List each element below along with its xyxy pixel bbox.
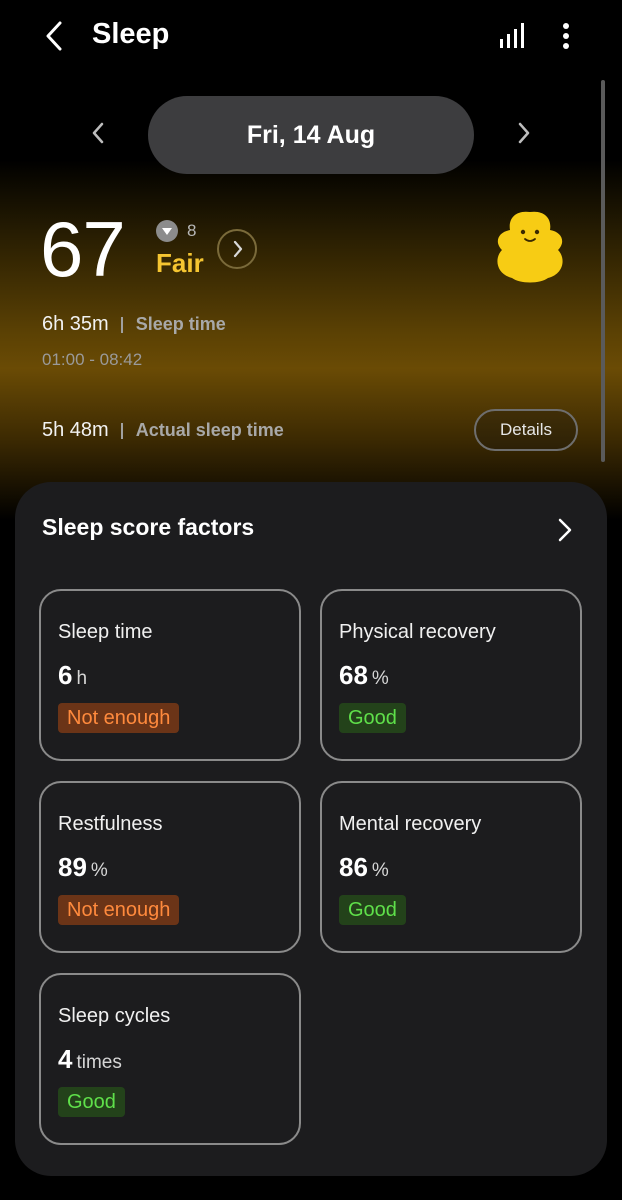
triangle-down-icon — [156, 220, 178, 242]
factor-value: 4 times — [58, 1044, 122, 1075]
factor-label: Restfulness — [58, 813, 163, 835]
status-badge: Not enough — [58, 895, 180, 925]
factor-number: 6 — [58, 660, 73, 690]
factor-unit: % — [371, 668, 389, 689]
page-title: Sleep — [92, 18, 170, 50]
back-button[interactable] — [38, 18, 74, 54]
factor-tile-sleep-time[interactable]: Sleep time 6 h Not enough — [39, 589, 301, 761]
sleep-mascot-icon — [497, 211, 563, 283]
factor-number: 86 — [339, 852, 368, 882]
previous-day-button[interactable] — [84, 118, 112, 148]
actual-sleep-value: 5h 48m — [42, 419, 109, 441]
factor-unit: % — [90, 860, 108, 881]
factor-label: Physical recovery — [339, 621, 496, 643]
sleep-time-label: Sleep time — [135, 314, 226, 334]
date-selector[interactable]: Fri, 14 Aug — [148, 96, 474, 174]
factor-label: Mental recovery — [339, 813, 482, 835]
stats-button[interactable] — [494, 20, 530, 52]
status-badge: Not enough — [58, 703, 180, 733]
factor-tile-sleep-cycles[interactable]: Sleep cycles 4 times Good — [39, 973, 301, 1145]
sleep-time-range: 01:00 - 08:42 — [42, 350, 143, 369]
factor-value: 6 h — [58, 660, 87, 691]
factor-tile-restfulness[interactable]: Restfulness 89 % Not enough — [39, 781, 301, 953]
factors-title: Sleep score factors — [42, 514, 255, 540]
factor-value: 89 % — [58, 852, 108, 883]
sleep-score: 67 — [40, 205, 126, 293]
factor-unit: times — [76, 1052, 122, 1073]
status-badge: Good — [58, 1087, 125, 1117]
score-info-button[interactable] — [217, 229, 257, 269]
chevron-right-icon — [233, 240, 243, 258]
details-button[interactable]: Details — [474, 409, 578, 451]
back-arrow-icon — [46, 21, 62, 51]
sleep-time-value: 6h 35m — [42, 313, 109, 335]
top-app-bar: Sleep — [0, 0, 622, 76]
status-badge: Good — [339, 895, 406, 925]
divider — [120, 316, 123, 333]
score-change: 8 — [187, 221, 197, 240]
factor-number: 89 — [58, 852, 87, 882]
scrollbar[interactable] — [601, 80, 605, 462]
factor-tile-physical-recovery[interactable]: Physical recovery 68 % Good — [320, 589, 582, 761]
sleep-time-row: 6h 35m Sleep time — [42, 313, 226, 336]
actual-sleep-label: Actual sleep time — [135, 420, 284, 440]
factor-value: 86 % — [339, 852, 389, 883]
factor-tile-mental-recovery[interactable]: Mental recovery 86 % Good — [320, 781, 582, 953]
factor-value: 68 % — [339, 660, 389, 691]
score-rating: Fair — [156, 248, 204, 278]
status-badge: Good — [339, 703, 406, 733]
factor-unit: h — [76, 668, 88, 689]
bar-chart-icon — [500, 23, 524, 48]
chevron-right-icon — [518, 122, 530, 144]
chevron-left-icon — [92, 122, 104, 144]
actual-sleep-row: 5h 48m Actual sleep time — [42, 419, 284, 442]
more-options-button[interactable] — [552, 18, 580, 54]
factor-unit: % — [371, 860, 389, 881]
divider — [120, 422, 123, 439]
next-day-button[interactable] — [510, 118, 538, 148]
factor-label: Sleep cycles — [58, 1005, 171, 1027]
more-vert-icon — [563, 23, 569, 49]
chevron-right-icon — [558, 518, 572, 542]
factors-more-button[interactable] — [552, 514, 578, 546]
factor-number: 68 — [339, 660, 368, 690]
factor-number: 4 — [58, 1044, 73, 1074]
factor-label: Sleep time — [58, 621, 153, 643]
